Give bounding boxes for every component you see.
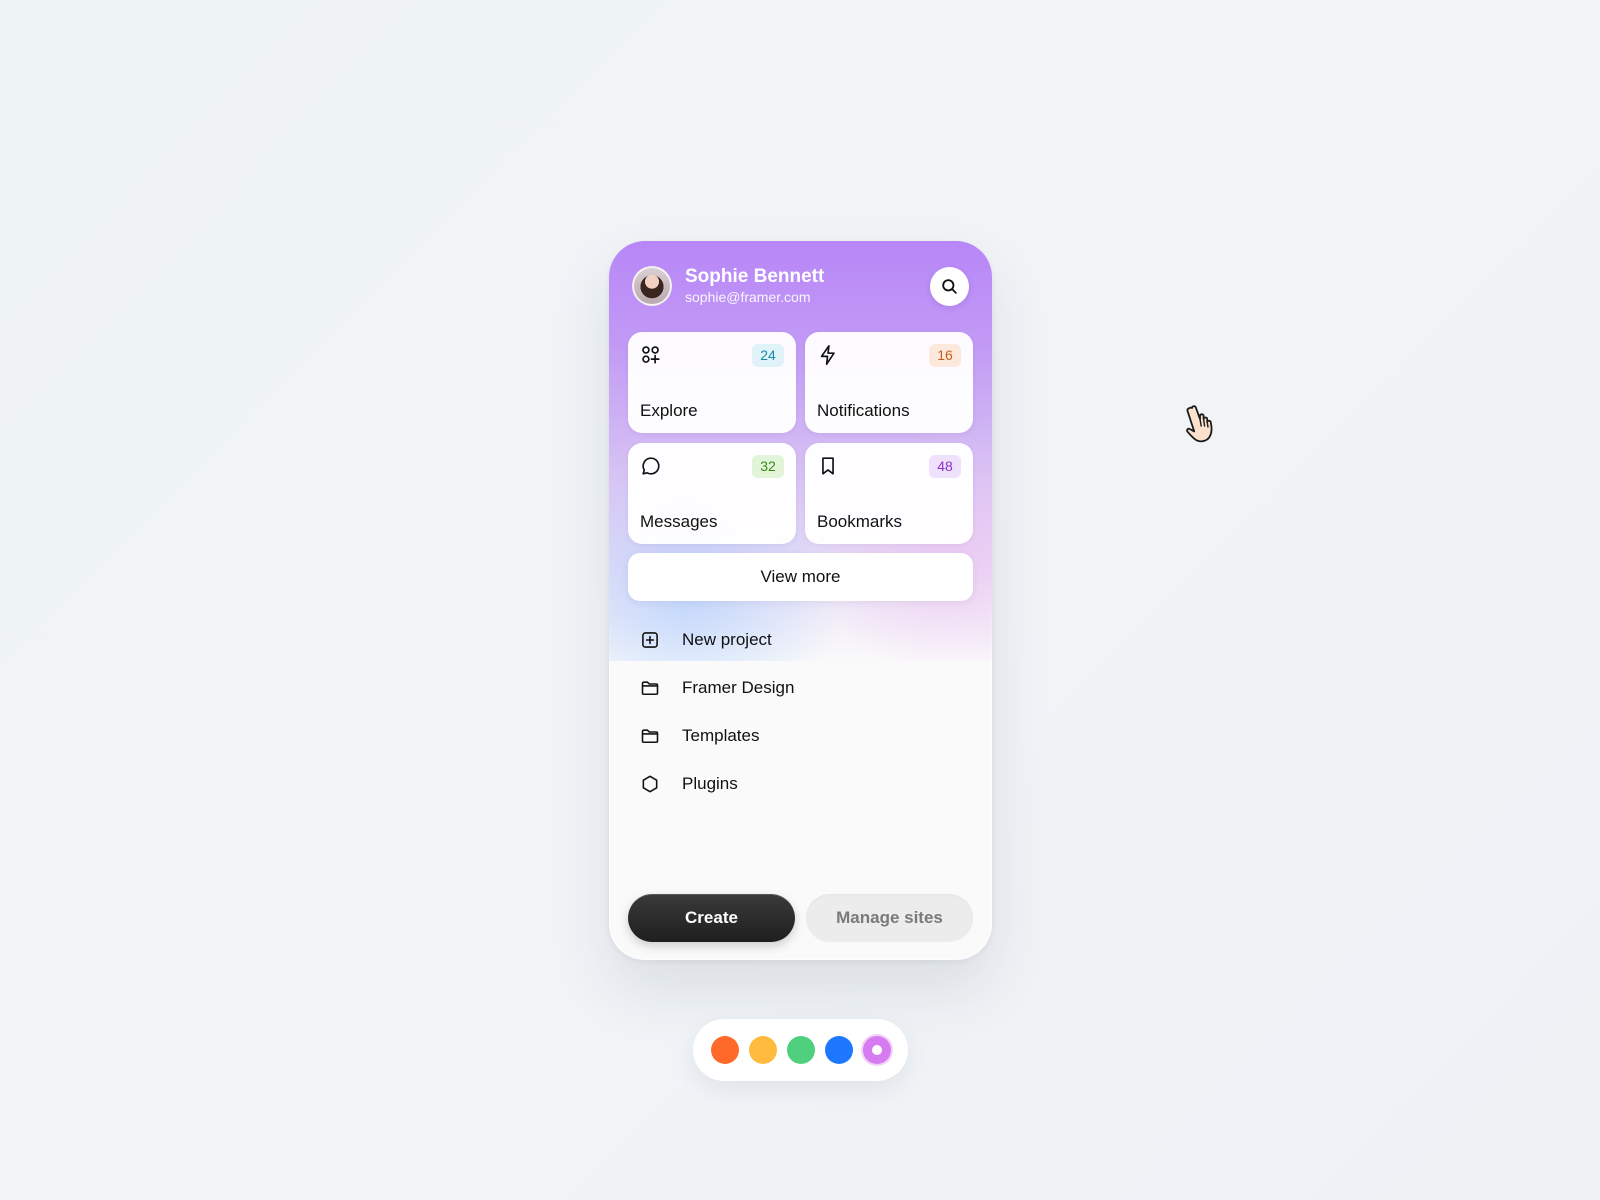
search-button[interactable]	[930, 266, 969, 306]
menu-item-templates[interactable]: Templates	[639, 712, 959, 760]
hexagon-icon	[642, 775, 658, 793]
menu-item-new-project[interactable]: New project	[639, 616, 959, 664]
menu-item-label: Framer Design	[682, 678, 795, 697]
color-palette-picker	[693, 1019, 908, 1081]
menu-item-framer-design[interactable]: Framer Design	[639, 664, 959, 712]
folder-icon	[641, 729, 659, 744]
menu-item-label: New project	[682, 630, 772, 649]
user-name: Sophie Bennett	[685, 266, 825, 287]
account-menu-card: Sophie Bennett sophie@framer.com 24 Expl…	[609, 241, 992, 960]
user-email: sophie@framer.com	[685, 289, 811, 305]
color-swatch-yellow[interactable]	[748, 1036, 777, 1064]
notifications-count-badge: 16	[929, 344, 961, 367]
tile-label: Messages	[640, 512, 718, 531]
view-more-button[interactable]: View more	[628, 553, 973, 601]
tile-label: Explore	[640, 401, 698, 420]
plus-square-icon	[642, 632, 658, 648]
explore-count-badge: 24	[752, 344, 784, 367]
user-info: Sophie Bennett sophie@framer.com	[685, 266, 824, 306]
tile-label: Notifications	[817, 401, 910, 420]
chat-icon	[642, 457, 660, 475]
tile-messages[interactable]: 32 Messages	[628, 443, 796, 544]
folder-icon	[641, 681, 659, 696]
avatar[interactable]	[632, 266, 672, 306]
profile-header: Sophie Bennett sophie@framer.com	[632, 265, 969, 307]
bookmarks-count-badge: 48	[929, 455, 961, 478]
apps-icon	[642, 346, 660, 364]
menu-item-label: Plugins	[682, 774, 738, 793]
create-button[interactable]: Create	[628, 894, 795, 942]
color-swatch-orange[interactable]	[710, 1036, 739, 1064]
quick-tiles-grid: 24 Explore 16 Notifications 32 Messages …	[628, 332, 973, 544]
search-icon	[942, 278, 957, 294]
menu-item-plugins[interactable]: Plugins	[639, 760, 959, 808]
tile-notifications[interactable]: 16 Notifications	[805, 332, 973, 433]
color-swatch-purple[interactable]	[862, 1036, 891, 1064]
tile-bookmarks[interactable]: 48 Bookmarks	[805, 443, 973, 544]
bookmark-icon	[822, 457, 834, 475]
project-menu: New project Framer Design Templates Plug…	[639, 616, 959, 808]
menu-item-label: Templates	[682, 726, 760, 745]
manage-sites-button[interactable]: Manage sites	[806, 894, 973, 942]
tile-label: Bookmarks	[817, 512, 903, 531]
color-swatch-blue[interactable]	[824, 1036, 853, 1064]
hand-pointer-icon	[1186, 405, 1213, 443]
bolt-icon	[820, 345, 835, 365]
tile-explore[interactable]: 24 Explore	[628, 332, 796, 433]
color-swatch-green[interactable]	[786, 1036, 815, 1064]
messages-count-badge: 32	[752, 455, 784, 478]
